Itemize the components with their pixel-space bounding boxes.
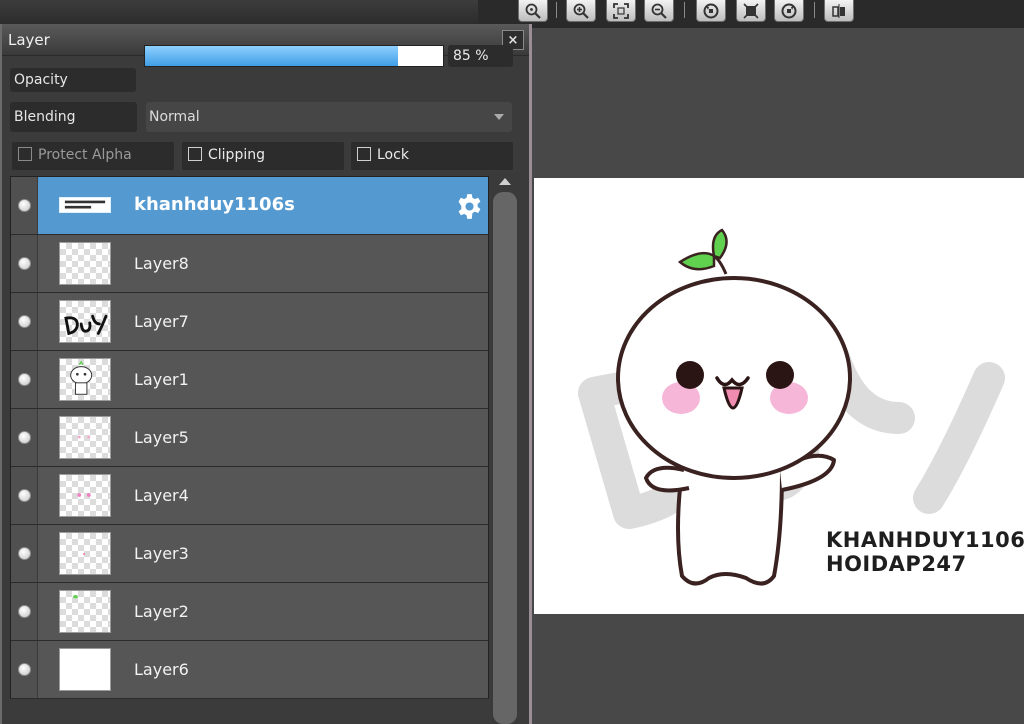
fit-window-button[interactable] (606, 0, 636, 22)
zoom-in-icon (573, 3, 589, 19)
signature-line-1: KHANHDUY1106S (826, 528, 1024, 552)
opacity-label: Opacity (10, 68, 136, 92)
zoom-out-button[interactable] (644, 0, 674, 22)
visibility-toggle[interactable] (11, 351, 38, 408)
layer-row[interactable]: Layer3 (11, 525, 488, 583)
layer-thumbnail (59, 648, 111, 691)
character-body (616, 276, 852, 586)
protect-alpha-label: Protect Alpha (38, 147, 132, 163)
blending-value: Normal (149, 109, 200, 125)
visibility-toggle[interactable] (11, 293, 38, 350)
signature-line-2: HOIDAP247 (826, 552, 967, 576)
checkbox-icon (18, 147, 32, 161)
leaf-icon (73, 595, 78, 599)
layer-row[interactable]: Layer4 (11, 467, 488, 525)
eye-icon (18, 199, 31, 212)
layer-row[interactable]: Layer8 (11, 235, 488, 293)
actual-size-button[interactable] (736, 0, 766, 22)
layer-thumbnail (59, 474, 111, 517)
layer-row[interactable]: khanhduy1106s (11, 177, 488, 235)
character-icon (70, 360, 93, 395)
visibility-toggle[interactable] (11, 641, 38, 698)
toolbar-separator (684, 2, 685, 18)
sprout (677, 228, 728, 275)
blush-icon (77, 493, 91, 497)
lock-label: Lock (377, 147, 409, 163)
rotate-left-button[interactable] (696, 0, 726, 22)
scrollbar-thumb[interactable] (493, 192, 517, 724)
opacity-value[interactable]: 85 % (448, 45, 513, 67)
opacity-slider-fill (145, 46, 399, 66)
rotate-left-icon (703, 3, 719, 18)
eye-icon (18, 315, 31, 328)
rotate-right-icon (781, 3, 797, 18)
visibility-toggle[interactable] (11, 177, 38, 234)
blush-icon (77, 435, 91, 439)
layer-name: Layer3 (134, 544, 189, 563)
opacity-slider[interactable] (144, 45, 444, 67)
visibility-toggle[interactable] (11, 525, 38, 582)
checkbox-icon (188, 147, 202, 161)
duy-text-icon (64, 314, 108, 336)
canvas-paper[interactable]: KHANHDUY1106S HOIDAP247 (534, 178, 1024, 614)
blending-label: Blending (10, 102, 137, 132)
gear-icon[interactable] (456, 193, 483, 220)
lock-checkbox[interactable]: Lock (351, 142, 513, 170)
visibility-toggle[interactable] (11, 235, 38, 292)
layer-name: Layer6 (134, 660, 189, 679)
visibility-toggle[interactable] (11, 467, 38, 524)
checkbox-icon (357, 147, 371, 161)
eye-icon (18, 431, 31, 444)
layer-row[interactable]: Layer6 (11, 641, 488, 699)
layer-thumbnail (59, 532, 111, 575)
zoom-in-button[interactable] (566, 0, 596, 22)
layer-name: khanhduy1106s (134, 194, 295, 215)
eye-icon (18, 489, 31, 502)
eye-icon (18, 605, 31, 618)
protect-alpha-checkbox[interactable]: Protect Alpha (12, 142, 174, 170)
layer-name: Layer7 (134, 312, 189, 331)
rotate-right-button[interactable] (774, 0, 804, 22)
clipping-label: Clipping (208, 147, 265, 163)
zoom-reset-button[interactable] (518, 0, 548, 22)
toolbar-separator (814, 2, 815, 18)
layer-thumbnail (59, 590, 111, 633)
actual-size-icon (743, 2, 759, 19)
layer-thumbnail (59, 242, 111, 285)
layer-row[interactable]: Layer7 (11, 293, 488, 351)
layer-thumbnail (59, 416, 111, 459)
eye-icon (18, 373, 31, 386)
layer-thumbnail (59, 358, 111, 401)
visibility-toggle[interactable] (11, 409, 38, 466)
eye-icon (18, 547, 31, 560)
visibility-toggle[interactable] (11, 583, 38, 640)
eye-icon (18, 257, 31, 270)
scroll-up-icon[interactable] (499, 178, 511, 185)
fit-window-icon (613, 2, 629, 19)
layer-row[interactable]: Layer5 (11, 409, 488, 467)
flip-horizontal-button[interactable] (824, 0, 854, 22)
layer-thumbnail (59, 300, 111, 343)
flip-horizontal-icon (832, 3, 845, 18)
layer-name: Layer1 (134, 370, 189, 389)
layer-name: Layer8 (134, 254, 189, 273)
toolbar-separator (556, 2, 557, 18)
panel-title: Layer (8, 31, 50, 49)
layer-list-scrollbar[interactable] (491, 172, 519, 724)
layer-name: Layer2 (134, 602, 189, 621)
layer-thumbnail (59, 197, 111, 213)
zoom-reset-icon (525, 3, 541, 19)
layer-name: Layer4 (134, 486, 189, 505)
clipping-checkbox[interactable]: Clipping (182, 142, 344, 170)
zoom-out-icon (651, 3, 667, 19)
layer-row[interactable]: Layer2 (11, 583, 488, 641)
eye-icon (18, 663, 31, 676)
tongue-icon (82, 552, 86, 556)
layer-list: khanhduy1106s Layer8 Layer7 Layer1 Layer… (10, 176, 489, 699)
chevron-down-icon (494, 114, 504, 120)
layer-row[interactable]: Layer1 (11, 351, 488, 409)
layer-name: Layer5 (134, 428, 189, 447)
blending-select[interactable]: Normal (146, 102, 512, 132)
